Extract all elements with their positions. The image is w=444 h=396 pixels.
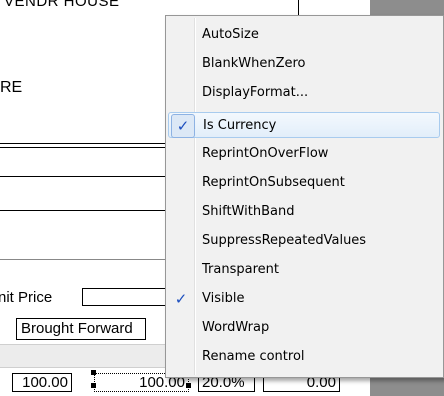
menu-item-transparent[interactable]: Transparent — [168, 257, 440, 283]
check-icon — [168, 315, 194, 341]
check-icon — [168, 199, 194, 225]
menu-item-blankwhenzero[interactable]: BlankWhenZero — [168, 51, 440, 77]
menu-item-is-currency[interactable]: ✓ Is Currency — [168, 112, 440, 138]
check-icon — [168, 170, 194, 196]
menu-item-rename-control[interactable]: Rename control — [168, 344, 440, 370]
menu-item-suppressrepeatedvalues[interactable]: SuppressRepeatedValues — [168, 228, 440, 254]
unit-price-label: nit Price — [0, 289, 53, 306]
check-icon — [168, 51, 194, 77]
selection-handle[interactable] — [91, 383, 96, 388]
left-label: RE — [0, 79, 23, 96]
value-cell-1[interactable]: 100.00 — [12, 373, 72, 392]
selection-handle[interactable] — [91, 370, 96, 375]
check-icon — [168, 141, 194, 167]
menu-item-reprintonsubsequent[interactable]: ReprintOnSubsequent — [168, 170, 440, 196]
brought-forward-field[interactable]: Brought Forward — [16, 318, 146, 340]
checkmark-icon: ✓ — [171, 114, 195, 138]
menu-item-displayformat[interactable]: DisplayFormat... — [168, 80, 440, 106]
menu-item-autosize[interactable]: AutoSize — [168, 22, 440, 48]
check-icon — [168, 228, 194, 254]
menu-item-reprintonoverflow[interactable]: ReprintOnOverFlow — [168, 141, 440, 167]
menu-item-wordwrap[interactable]: WordWrap — [168, 315, 440, 341]
check-icon — [168, 344, 194, 370]
menu-item-visible[interactable]: ✓ Visible — [168, 286, 440, 312]
menu-item-shiftwithband[interactable]: ShiftWithBand — [168, 199, 440, 225]
check-icon — [168, 257, 194, 283]
check-icon — [168, 80, 194, 106]
header-text: VENDR HOUSE — [4, 0, 120, 10]
context-menu: AutoSize BlankWhenZero DisplayFormat... … — [165, 15, 444, 378]
selection-handle[interactable] — [186, 383, 191, 388]
check-icon — [168, 22, 194, 48]
unit-price-field[interactable] — [82, 288, 172, 306]
checkmark-icon: ✓ — [174, 290, 188, 308]
